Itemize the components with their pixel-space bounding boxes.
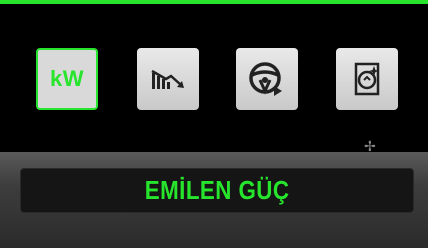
steering-wheel-icon xyxy=(249,62,282,96)
page-title: EMİLEN GÜÇ xyxy=(144,175,290,205)
kw-button[interactable]: kW xyxy=(36,48,98,110)
icon-toolbar: kW ✢ xyxy=(0,4,428,154)
energy-decrease-chart-icon xyxy=(151,69,184,89)
meter-button[interactable] xyxy=(336,48,398,110)
meter-sparkle-icon xyxy=(354,62,380,96)
title-display: EMİLEN GÜÇ xyxy=(20,168,414,213)
steering-wheel-button[interactable] xyxy=(236,48,298,110)
energy-chart-button[interactable] xyxy=(137,48,199,110)
kw-icon: kW xyxy=(50,66,84,91)
bottom-panel: EMİLEN GÜÇ xyxy=(0,152,428,248)
